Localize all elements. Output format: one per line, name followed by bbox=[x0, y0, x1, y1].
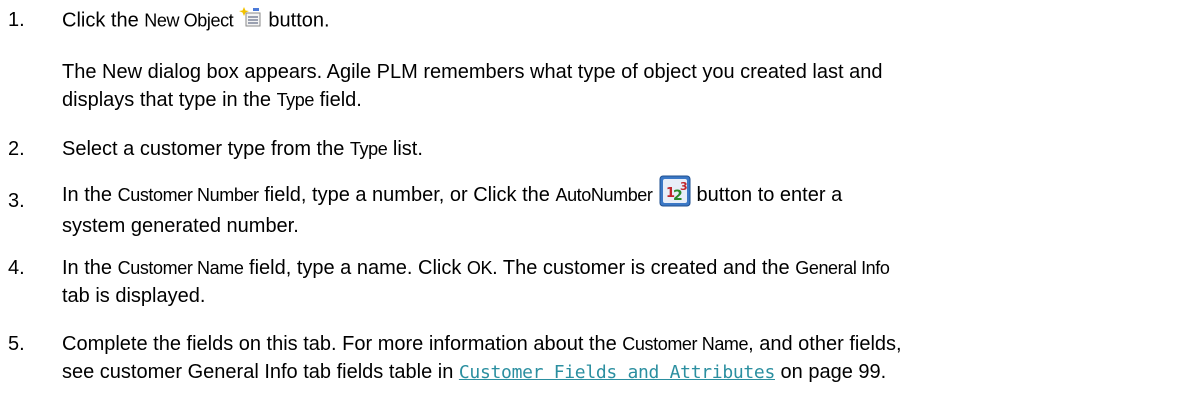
step-line-2: see customer General Info tab fields tab… bbox=[62, 358, 1162, 387]
ui-label-customer-name: Customer Name bbox=[622, 334, 749, 354]
step-line-2: tab is displayed. bbox=[62, 285, 206, 307]
step-text: Complete the fields on this tab. For mor… bbox=[62, 330, 1162, 387]
step-1-description: The New dialog box appears. Agile PLM re… bbox=[62, 58, 1162, 114]
step-text: Select a customer type from the Type lis… bbox=[62, 135, 1162, 163]
step-4: 4. In the Customer Name field, type a na… bbox=[0, 254, 1184, 314]
step-text-pre: Complete the fields on this tab. For mor… bbox=[62, 333, 623, 355]
ui-label-customer-name: Customer Name bbox=[117, 258, 244, 278]
svg-text:3: 3 bbox=[680, 180, 688, 193]
step-text: Click the New Object button. bbox=[62, 6, 1162, 36]
step-line-1: In the Customer Number field, type a num… bbox=[62, 175, 1162, 215]
step-3: 3. In the Customer Number field, type a … bbox=[0, 175, 1184, 239]
ui-label-type: Type bbox=[349, 139, 388, 159]
step-text-mid2: . The customer is created and the bbox=[492, 257, 796, 279]
step-number: 1. bbox=[8, 9, 25, 31]
step-text: In the Customer Number field, type a num… bbox=[62, 175, 1162, 239]
step-text-pre: In the bbox=[62, 184, 113, 206]
step-number: 5. bbox=[8, 333, 25, 355]
new-object-icon bbox=[238, 6, 263, 36]
step-2: 2. Select a customer type from the Type … bbox=[0, 135, 1184, 165]
step-text-pre: In the bbox=[62, 257, 118, 279]
step-text-pre: Click the bbox=[62, 9, 145, 32]
step-text-post: button. bbox=[262, 9, 330, 32]
step-line-2: system generated number. bbox=[62, 215, 299, 237]
step-text-mid: field, type a name. Click bbox=[243, 257, 467, 279]
step-text-post: , and other fields, bbox=[748, 333, 902, 355]
step-text-post: list. bbox=[387, 138, 423, 160]
ui-label-type: Type bbox=[276, 90, 315, 110]
step-text-pre: Select a customer type from the bbox=[62, 138, 350, 160]
autonumber-icon: 1 2 3 bbox=[659, 175, 691, 215]
ui-label-autonumber: AutoNumber bbox=[555, 185, 653, 205]
step-number: 3. bbox=[8, 190, 25, 212]
step-line-1: In the Customer Name field, type a name.… bbox=[62, 254, 1162, 282]
step-text: In the Customer Name field, type a name.… bbox=[62, 254, 1162, 310]
step-number: 4. bbox=[8, 257, 25, 279]
step-number: 2. bbox=[8, 138, 25, 160]
description-text-end: field. bbox=[314, 89, 362, 111]
description-text: displays that type in the bbox=[62, 89, 277, 111]
description-line-1: The New dialog box appears. Agile PLM re… bbox=[62, 61, 883, 83]
step-5: 5. Complete the fields on this tab. For … bbox=[0, 330, 1184, 390]
step-text-pre: see customer General Info tab fields tab… bbox=[62, 361, 459, 383]
ui-label-customer-number: Customer Number bbox=[117, 185, 259, 205]
customer-fields-link[interactable]: Customer Fields and Attributes bbox=[459, 362, 775, 383]
step-text-post: button to enter a bbox=[696, 184, 843, 206]
step-line-1: Complete the fields on this tab. For mor… bbox=[62, 330, 1162, 358]
ui-label-general-info: General Info bbox=[795, 258, 890, 278]
ui-label-ok: OK bbox=[466, 258, 493, 278]
step-1: 1. Click the New Object button. bbox=[0, 6, 1184, 36]
ui-label-new-object: New Object bbox=[144, 10, 234, 31]
description-line-2: displays that type in the Type field. bbox=[62, 86, 1162, 114]
step-text-post: on page 99. bbox=[775, 361, 887, 383]
step-text-mid: field, type a number, or Click the bbox=[258, 184, 556, 206]
